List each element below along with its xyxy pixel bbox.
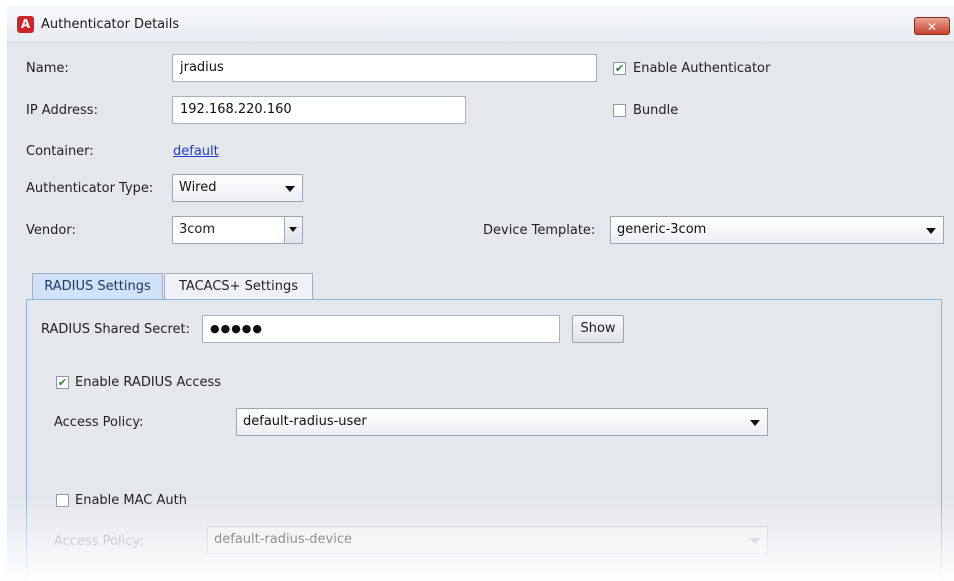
access-policy-value: default-radius-user — [243, 414, 367, 429]
show-secret-button[interactable]: Show — [572, 315, 624, 343]
enable-radius-access-label: Enable RADIUS Access — [75, 375, 222, 390]
enable-radius-access-checkbox[interactable]: ✔ — [56, 376, 69, 389]
mac-access-policy-value: default-radius-device — [214, 532, 353, 547]
device-template-value: generic-3com — [617, 222, 707, 237]
chevron-down-icon — [750, 538, 760, 544]
vendor-select[interactable]: 3com — [172, 216, 303, 244]
vendor-label: Vendor: — [26, 223, 76, 238]
access-policy-label: Access Policy: — [54, 415, 144, 430]
chevron-down-icon — [285, 186, 295, 192]
window-title: Authenticator Details — [41, 17, 180, 32]
vendor-value: 3com — [179, 222, 216, 237]
tab-tacacs-settings[interactable]: TACACS+ Settings — [164, 273, 313, 300]
authenticator-type-value: Wired — [179, 180, 217, 195]
tab-radius-settings[interactable]: RADIUS Settings — [32, 273, 163, 300]
chevron-down-icon — [926, 228, 936, 234]
authenticator-type-select[interactable]: Wired — [172, 174, 303, 202]
mac-access-policy-label: Access Policy: — [54, 534, 144, 549]
app-logo-icon: A — [17, 16, 34, 33]
enable-authenticator-label: Enable Authenticator — [633, 61, 771, 76]
bundle-checkbox[interactable] — [613, 104, 626, 117]
title-bar: A Authenticator Details ✕ — [7, 6, 954, 43]
device-template-select[interactable]: generic-3com — [610, 216, 944, 244]
enable-mac-auth-checkbox[interactable] — [56, 494, 69, 507]
enable-authenticator-checkbox[interactable]: ✔ — [613, 62, 626, 75]
radius-shared-secret-label: RADIUS Shared Secret: — [41, 322, 190, 337]
authenticator-details-window: A Authenticator Details ✕ Name: jradius … — [7, 6, 954, 581]
name-label: Name: — [26, 61, 69, 76]
ip-address-label: IP Address: — [26, 103, 98, 118]
close-button[interactable]: ✕ — [914, 17, 950, 35]
container-link[interactable]: default — [173, 144, 219, 159]
chevron-down-icon — [750, 420, 760, 426]
bundle-label: Bundle — [633, 103, 679, 118]
enable-mac-auth-label: Enable MAC Auth — [75, 493, 187, 508]
mac-access-policy-select[interactable]: default-radius-device — [207, 526, 768, 554]
chevron-down-icon — [289, 227, 297, 232]
vendor-dropdown-button[interactable] — [284, 217, 302, 243]
container-label: Container: — [26, 144, 94, 159]
radius-shared-secret-input[interactable]: ●●●●● — [202, 315, 560, 343]
authenticator-type-label: Authenticator Type: — [26, 181, 154, 196]
device-template-label: Device Template: — [483, 223, 596, 238]
name-input[interactable]: jradius — [172, 54, 597, 82]
access-policy-select[interactable]: default-radius-user — [236, 408, 768, 436]
ip-address-input[interactable]: 192.168.220.160 — [172, 96, 466, 124]
